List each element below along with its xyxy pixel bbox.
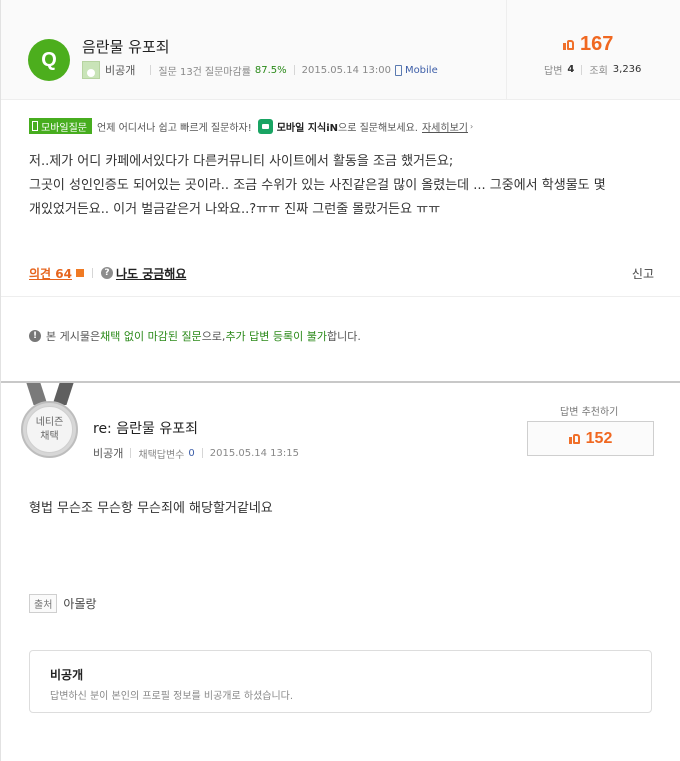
divider [1,296,680,297]
recommend-button[interactable]: 152 [527,421,654,456]
question-meta: 비공개 질문 13건 질문마감률 87.5% 2015.05.14 13:00 … [82,61,438,79]
answer-date: 2015.05.14 13:15 [209,447,300,459]
warning-icon: ! [29,330,41,342]
avatar [82,61,100,79]
thumbs-up-icon [563,39,574,50]
detail-link[interactable]: 자세히보기 [422,119,468,134]
answer-source: 출처 아몰랑 [29,594,97,613]
source-text: 아몰랑 [63,597,97,611]
kin-mobile-label: 모바일 지식iN [276,122,339,134]
recommend-count: 152 [585,429,613,447]
close-rate-label: 질문마감률 [204,66,251,78]
question-body-line: 그곳이 성인인증도 되어있는 곳이라.. 조금 수위가 있는 사진같은걸 많이 … [29,178,606,193]
answer-meta: 비공개 채택답변수 0 2015.05.14 13:15 [93,445,299,461]
adopted-count: 0 [188,447,195,459]
answers-count: 4 [567,64,575,75]
question-like-count: 167 [580,33,614,55]
question-like-button[interactable]: 167 [563,33,613,56]
curious-button[interactable]: 나도 궁금해요 [116,265,186,282]
views-label: 조회 [589,66,608,77]
answers-label: 답변 [544,66,563,77]
mobile-question-tag: 모바일질문 [29,118,92,134]
question-badge: Q [28,39,70,81]
mobile-notice: 모바일질문 언제 어디서나 쉽고 빠르게 질문하자! 모바일 지식iN 으로 질… [29,118,473,134]
thumbs-up-icon [568,433,580,444]
private-profile-box: 비공개 답변하신 분이 본인의 프로필 정보를 비공개로 하셨습니다. [29,650,652,713]
question-author[interactable]: 비공개 [105,62,135,78]
chevron-right-icon: › [469,121,474,131]
answer-title: re: 음란물 유포죄 [93,421,198,437]
question-header: Q 음란물 유포죄 비공개 질문 13건 질문마감률 87.5% 2015.05… [1,0,680,100]
question-count: 질문 13건 [158,66,202,78]
answer-author[interactable]: 비공개 [93,445,123,461]
mobile-link[interactable]: Mobile [405,65,438,76]
answer-divider [1,381,680,383]
source-tag: 출처 [29,594,58,613]
question-body: 저..제가 어디 카페에서있다가 다른커뮤니티 사이트에서 활동을 조금 했거든… [29,150,659,222]
question-stats: 답변 4 조회 3,236 [544,62,641,77]
answer-body: 형법 무슨조 무슨항 무슨죄에 해당할거같네요 [29,501,273,516]
question-stats-panel: 167 답변 4 조회 3,236 [506,0,680,100]
adopted-label: 채택답변수 [138,449,185,461]
netizen-pick-medal-icon: 네티즌 채택 [21,401,78,458]
closed-notice: ! 본 게시물은 채택 없이 마감된 질문 으로, 추가 답변 등록이 불가 합… [29,328,361,344]
views-count: 3,236 [612,64,642,75]
mobile-notice-text: 언제 어디서나 쉽고 빠르게 질문하자! [97,122,252,134]
question-date: 2015.05.14 13:00 [301,64,391,76]
opinion-link[interactable]: 의견 64 [29,265,72,282]
mobile-icon [394,64,402,76]
recommend-label: 답변 추천하기 [560,407,619,418]
question-body-line: 개있었거든요.. 이거 벌금같은거 나와요..?ㅠㅠ 진짜 그런줄 몰랐거든요 … [29,202,441,217]
question-mark-icon: ? [100,267,113,279]
report-button[interactable]: 신고 [632,265,654,282]
question-actions: 의견 64 ? 나도 궁금해요 신고 [29,264,654,282]
question-title: 음란물 유포죄 [82,38,170,56]
kin-app-icon [257,118,273,134]
question-body-line: 저..제가 어디 카페에서있다가 다른커뮤니티 사이트에서 활동을 조금 했거든… [29,154,454,169]
new-icon [75,269,84,277]
phone-icon [32,121,38,131]
kin-mobile-text: 으로 질문해보세요. [338,122,418,134]
close-rate-value: 87.5% [254,64,287,76]
private-description: 답변하신 분이 본인의 프로필 정보를 비공개로 하셨습니다. [50,691,294,702]
private-title: 비공개 [50,668,84,682]
